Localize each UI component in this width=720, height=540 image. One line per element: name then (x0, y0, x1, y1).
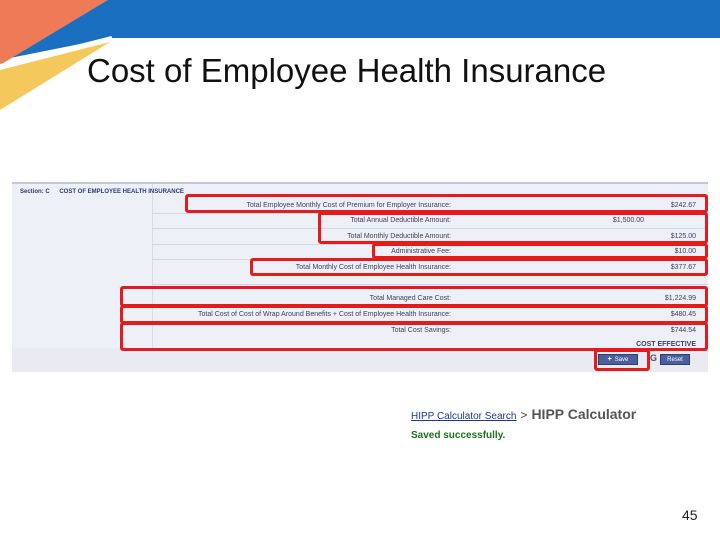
highlight-cost-savings (120, 322, 708, 351)
breadcrumb-separator: > (520, 408, 528, 422)
section-header: Section: C COST OF EMPLOYEE HEALTH INSUR… (20, 189, 192, 195)
breadcrumb-current: HIPP Calculator (531, 406, 637, 422)
banner-blue-band (0, 0, 720, 60)
highlight-total-monthly-cost (250, 258, 708, 276)
reset-icon: G (650, 353, 658, 363)
breadcrumb: HIPP Calculator Search > HIPP Calculator (411, 406, 636, 424)
highlight-employee-premium (185, 194, 708, 213)
highlight-managed-care-cost (120, 286, 708, 307)
section-code: Section: C (20, 189, 50, 195)
row-divider (152, 284, 708, 285)
reset-button-label: Reset (667, 356, 683, 363)
status-message: Saved successfully. (411, 430, 506, 441)
highlight-deductibles (318, 212, 708, 244)
section-heading: COST OF EMPLOYEE HEALTH INSURANCE (59, 189, 184, 195)
slide-title: Cost of Employee Health Insurance (87, 52, 607, 89)
highlight-save-button (594, 349, 650, 371)
page-number: 45 (682, 507, 698, 523)
highlight-admin-fee (372, 243, 708, 259)
breadcrumb-link-hipp-search[interactable]: HIPP Calculator Search (411, 411, 516, 422)
reset-button[interactable]: Reset (660, 354, 690, 365)
